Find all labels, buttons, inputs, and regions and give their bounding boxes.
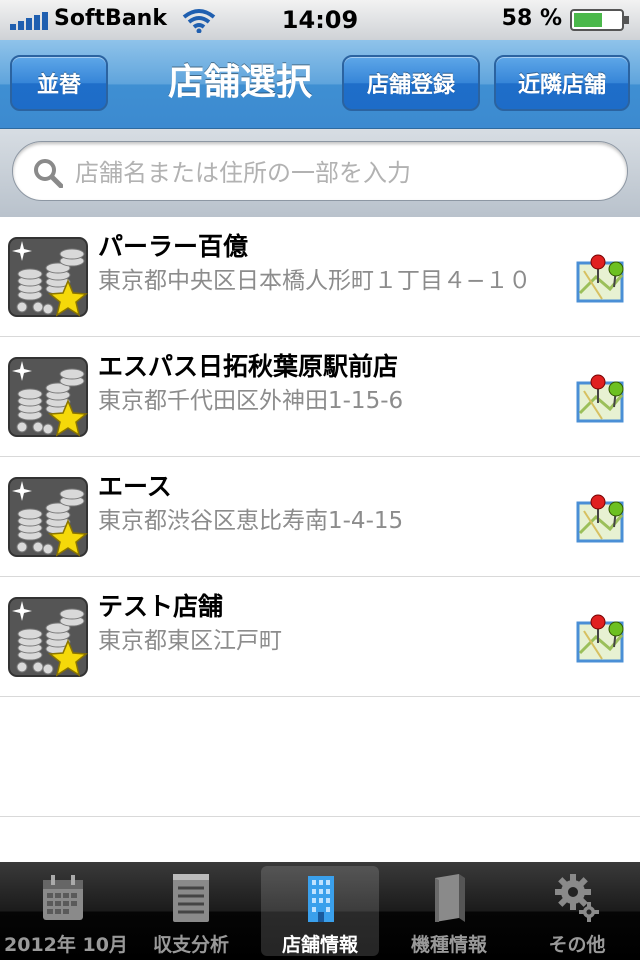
- search-bar: [0, 129, 640, 218]
- tab-label: 機種情報: [410, 934, 487, 956]
- store-address: 東京都渋谷区恵比寿南1-4-15: [98, 508, 404, 534]
- store-name: エスパス日拓秋葉原駅前店: [98, 352, 399, 381]
- tab-machine-info[interactable]: 機種情報: [390, 866, 508, 956]
- calendar-icon: [43, 875, 83, 920]
- pachinko-store-icon: [8, 477, 88, 557]
- store-name: パーラー百億: [98, 232, 249, 261]
- map-pin-icon[interactable]: [576, 373, 628, 423]
- pachinko-store-icon: [8, 357, 88, 437]
- sort-button[interactable]: 並替: [10, 55, 108, 111]
- store-row[interactable]: パーラー百億 東京都中央区日本橋人形町１丁目４−１０: [0, 217, 640, 337]
- register-store-button[interactable]: 店舗登録: [342, 55, 480, 111]
- gear-icon: [555, 874, 599, 922]
- notepad-icon: [173, 874, 209, 922]
- tab-label: 店舗情報: [281, 934, 358, 956]
- building-icon: [308, 876, 334, 922]
- map-pin-icon[interactable]: [576, 613, 628, 663]
- tab-label: その他: [548, 934, 606, 956]
- empty-row: [0, 697, 640, 817]
- tab-balance-analysis[interactable]: 収支分析: [132, 866, 250, 956]
- store-list: パーラー百億 東京都中央区日本橋人形町１丁目４−１０ エスパス日拓秋葉原駅前店 …: [0, 217, 640, 817]
- store-name: テスト店舗: [98, 592, 224, 621]
- book-icon: [435, 874, 465, 922]
- tab-other[interactable]: その他: [518, 866, 636, 956]
- search-input[interactable]: [73, 152, 607, 194]
- pachinko-store-icon: [8, 597, 88, 677]
- store-row[interactable]: エスパス日拓秋葉原駅前店 東京都千代田区外神田1-15-6: [0, 337, 640, 457]
- battery-percent: 58 %: [501, 6, 562, 31]
- tab-label: 2012年 10月: [4, 934, 128, 956]
- page-title: 店舗選択: [167, 62, 312, 103]
- tab-bar: 2012年 10月 収支分析 店舗情報 機種情報 その他: [0, 862, 640, 960]
- store-address: 東京都中央区日本橋人形町１丁目４−１０: [98, 268, 532, 294]
- store-row[interactable]: テスト店舗 東京都東区江戸町: [0, 577, 640, 697]
- store-address: 東京都東区江戸町: [98, 628, 282, 654]
- store-name: エース: [98, 472, 172, 501]
- store-row[interactable]: エース 東京都渋谷区恵比寿南1-4-15: [0, 457, 640, 577]
- tab-store-info[interactable]: 店舗情報: [261, 866, 379, 956]
- navigation-bar: 並替 店舗選択 店舗登録 近隣店舗: [0, 40, 640, 129]
- tab-label: 収支分析: [152, 934, 229, 956]
- status-bar: SoftBank 14:09 58 %: [0, 0, 640, 40]
- search-icon: [34, 159, 63, 188]
- battery-icon: [570, 9, 629, 31]
- tab-calendar[interactable]: 2012年 10月: [4, 866, 128, 956]
- store-address: 東京都千代田区外神田1-15-6: [98, 388, 404, 414]
- map-pin-icon[interactable]: [576, 253, 628, 303]
- pachinko-store-icon: [8, 237, 88, 317]
- search-field[interactable]: [12, 141, 628, 201]
- nearby-stores-button[interactable]: 近隣店舗: [494, 55, 630, 111]
- map-pin-icon[interactable]: [576, 493, 628, 543]
